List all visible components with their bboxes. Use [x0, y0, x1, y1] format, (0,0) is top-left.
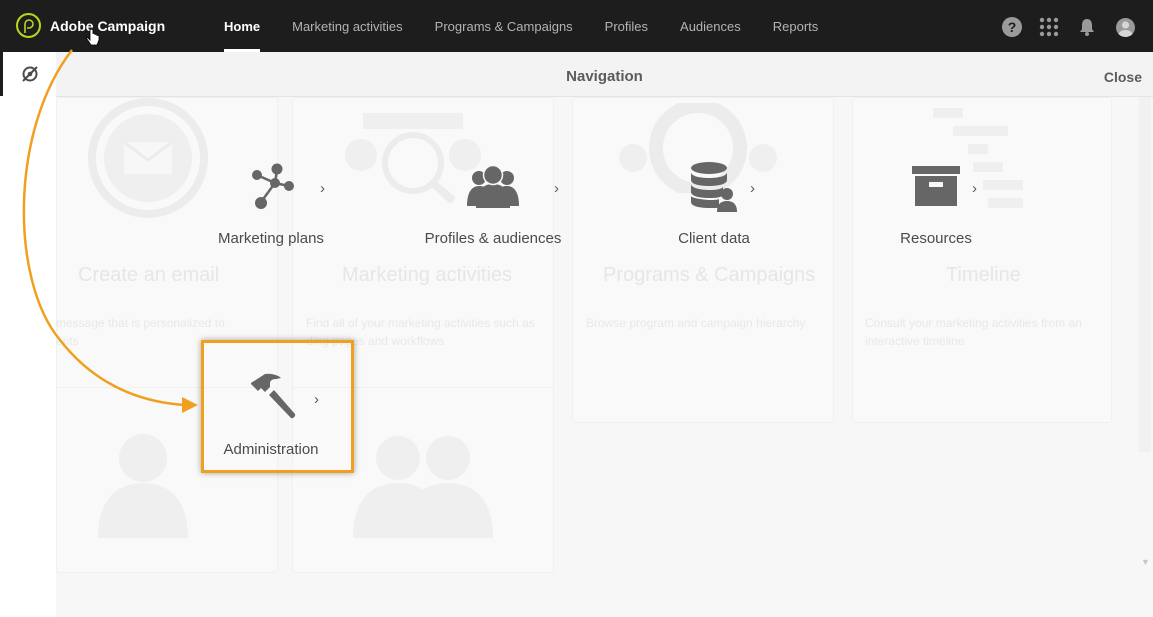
annotation-arrow-icon [22, 49, 198, 413]
